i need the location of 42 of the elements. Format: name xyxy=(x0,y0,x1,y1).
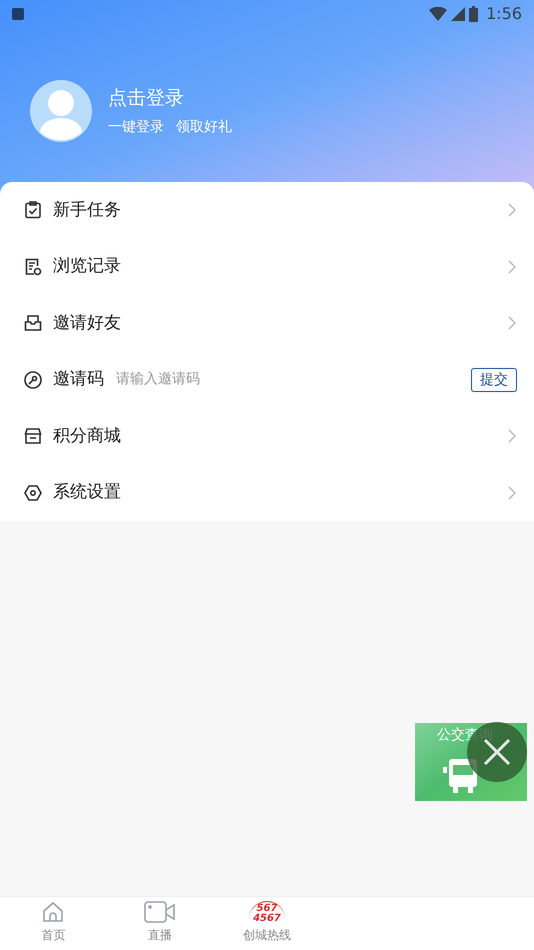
gift-subtitle: 领取好礼 xyxy=(176,118,232,137)
hotline-logo: 567 4567 xyxy=(249,901,285,924)
chevron-right-icon xyxy=(507,202,517,218)
menu-item[interactable]: 浏览记录 xyxy=(0,238,534,295)
login-subtitle: 一键登录 xyxy=(108,118,164,137)
nav-label: 创城热线 xyxy=(242,927,291,944)
menu-item[interactable]: 积分商城 xyxy=(0,408,534,464)
chevron-right-icon xyxy=(507,315,517,332)
menu-label: 邀请好友 xyxy=(53,312,121,334)
menu-label: 浏览记录 xyxy=(53,255,121,278)
nav-label: 直播 xyxy=(148,927,172,944)
inbox-icon xyxy=(23,313,43,334)
menu-label: 邀请码 xyxy=(53,368,104,391)
battery-icon xyxy=(469,6,478,22)
menu-label: 积分商城 xyxy=(53,424,121,448)
invite-code-field[interactable]: 请输入邀请码 xyxy=(116,369,471,390)
status-time: 1:56 xyxy=(486,3,522,25)
chevron-right-icon xyxy=(507,258,517,275)
submit-button[interactable]: 提交 xyxy=(471,368,517,392)
wifi-icon xyxy=(429,7,448,21)
settings-icon xyxy=(23,482,43,503)
nav-tab[interactable]: 直播 xyxy=(106,897,214,950)
menu-label: 系统设置 xyxy=(53,481,121,504)
clipboard-check-icon xyxy=(23,200,43,220)
chevron-right-icon xyxy=(507,428,517,444)
home-icon xyxy=(41,900,66,924)
store-icon xyxy=(23,426,43,446)
menu-item[interactable]: 邀请码 请输入邀请码 提交 xyxy=(0,352,534,408)
nav-label: 首页 xyxy=(41,927,66,944)
app-notification-icon xyxy=(12,8,24,20)
avatar-icon[interactable] xyxy=(30,80,92,142)
document-clock-icon xyxy=(23,256,43,277)
nav-tab[interactable]: 首页 xyxy=(0,897,107,950)
menu-item[interactable]: 新手任务 xyxy=(0,182,534,238)
chevron-right-icon xyxy=(507,484,517,501)
menu-item[interactable]: 系统设置 xyxy=(0,464,534,521)
nav-tab[interactable]: 567 4567 创城热线 xyxy=(214,897,320,950)
key-icon xyxy=(23,370,43,390)
signal-icon xyxy=(451,7,466,21)
menu-item[interactable]: 邀请好友 xyxy=(0,295,534,352)
video-camera-icon xyxy=(144,900,176,924)
menu-label: 新手任务 xyxy=(53,198,121,222)
